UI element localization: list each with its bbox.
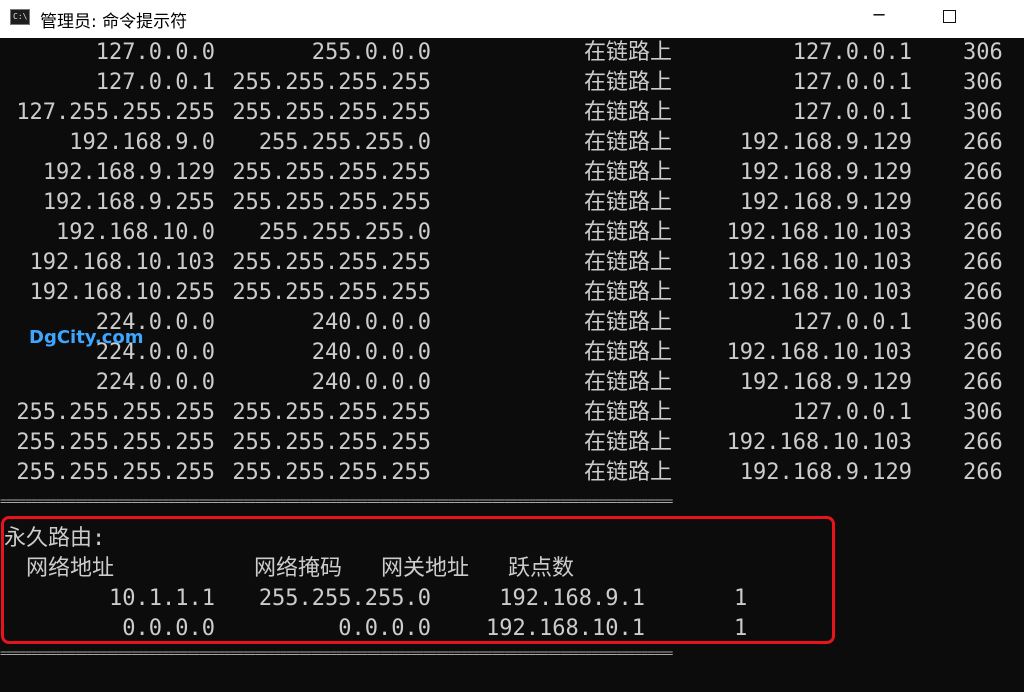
route-interface: 192.168.10.103 [726, 280, 912, 305]
maximize-button[interactable] [914, 0, 984, 34]
route-metric: 266 [963, 130, 1003, 155]
route-netmask: 240.0.0.0 [311, 340, 431, 365]
route-netmask: 255.0.0.0 [311, 40, 431, 65]
route-gateway: 在链路上 [584, 400, 673, 425]
route-netmask: 240.0.0.0 [311, 370, 431, 395]
cmd-app-icon: C:\ [10, 9, 30, 25]
route-gateway: 在链路上 [584, 130, 673, 155]
route-metric: 266 [963, 280, 1003, 305]
route-dest: 255.255.255.255 [16, 460, 215, 485]
route-netmask: 255.255.255.0 [258, 220, 431, 245]
route-metric: 266 [963, 160, 1003, 185]
route-metric: 306 [963, 100, 1003, 125]
title-bar[interactable]: C:\ 管理员: 命令提示符 ─ [0, 0, 1024, 38]
route-netmask: 255.255.255.255 [232, 430, 431, 455]
route-netmask: 255.255.255.255 [232, 400, 431, 425]
route-netmask: 255.255.255.255 [232, 160, 431, 185]
route-metric: 266 [963, 430, 1003, 455]
route-gateway: 在链路上 [584, 220, 673, 245]
route-row: 224.0.0.0 240.0.0.0 在链路上 127.0.0.1 306 [0, 308, 1003, 338]
route-interface: 127.0.0.1 [792, 100, 912, 125]
route-interface: 192.168.9.129 [739, 130, 912, 155]
route-metric: 306 [963, 400, 1003, 425]
route-metric: 266 [963, 190, 1003, 215]
route-netmask: 255.255.255.255 [232, 190, 431, 215]
route-gateway: 在链路上 [584, 280, 673, 305]
route-interface: 192.168.10.103 [726, 340, 912, 365]
route-gateway: 在链路上 [584, 430, 673, 455]
route-interface: 192.168.10.103 [726, 430, 912, 455]
watermark: DgCity.com [29, 327, 144, 348]
route-metric: 266 [963, 220, 1003, 245]
route-metric: 266 [963, 370, 1003, 395]
highlight-box [1, 516, 835, 644]
route-gateway: 在链路上 [584, 250, 673, 275]
route-row: 192.168.9.255 255.255.255.255 在链路上 192.168.… [0, 188, 1003, 218]
route-gateway: 在链路上 [584, 190, 673, 215]
route-row: 255.255.255.255 255.255.255.255 在链路上 192.16… [0, 428, 1003, 458]
route-row: 224.0.0.0 240.0.0.0 在链路上 192.168.9.129 266 [0, 368, 1003, 398]
route-netmask: 240.0.0.0 [311, 310, 431, 335]
route-gateway: 在链路上 [584, 340, 673, 365]
route-interface: 127.0.0.1 [792, 400, 912, 425]
route-metric: 306 [963, 40, 1003, 65]
separator-line: ========================================… [0, 648, 673, 658]
route-interface: 192.168.9.129 [739, 460, 912, 485]
route-row: 255.255.255.255 255.255.255.255 在链路上 192.16… [0, 458, 1003, 488]
route-metric: 306 [963, 70, 1003, 95]
route-gateway: 在链路上 [584, 160, 673, 185]
minimize-button[interactable]: ─ [844, 0, 914, 34]
route-interface: 192.168.9.129 [739, 160, 912, 185]
route-interface: 192.168.9.129 [739, 370, 912, 395]
route-metric: 306 [963, 310, 1003, 335]
route-gateway: 在链路上 [584, 100, 673, 125]
route-gateway: 在链路上 [584, 370, 673, 395]
route-dest: 127.255.255.255 [16, 100, 215, 125]
route-row: 192.168.9.0 255.255.255.0 在链路上 192.168.9.12… [0, 128, 1003, 158]
route-interface: 127.0.0.1 [792, 70, 912, 95]
route-netmask: 255.255.255.255 [232, 100, 431, 125]
route-metric: 266 [963, 340, 1003, 365]
route-dest: 127.0.0.1 [95, 70, 215, 95]
route-interface: 127.0.0.1 [792, 310, 912, 335]
route-dest: 127.0.0.0 [95, 40, 215, 65]
route-gateway: 在链路上 [584, 70, 673, 95]
route-row: 127.0.0.0 255.0.0.0 在链路上 127.0.0.1 306 [0, 38, 1003, 68]
route-gateway: 在链路上 [584, 40, 673, 65]
maximize-icon [942, 9, 956, 23]
route-netmask: 255.255.255.255 [232, 280, 431, 305]
route-netmask: 255.255.255.255 [232, 250, 431, 275]
route-dest: 192.168.9.129 [42, 160, 215, 185]
route-row: 192.168.9.129 255.255.255.255 在链路上 192.168.… [0, 158, 1003, 188]
route-row: 192.168.10.255 255.255.255.255 在链路上 192.168… [0, 278, 1003, 308]
route-netmask: 255.255.255.0 [258, 130, 431, 155]
route-dest: 192.168.9.255 [42, 190, 215, 215]
route-netmask: 255.255.255.255 [232, 70, 431, 95]
route-dest: 255.255.255.255 [16, 400, 215, 425]
route-row: 192.168.10.0 255.255.255.0 在链路上 192.168.10.… [0, 218, 1003, 248]
route-interface: 192.168.10.103 [726, 250, 912, 275]
route-dest: 255.255.255.255 [16, 430, 215, 455]
route-row: 192.168.10.103 255.255.255.255 在链路上 192.168… [0, 248, 1003, 278]
route-gateway: 在链路上 [584, 460, 673, 485]
route-dest: 224.0.0.0 [95, 370, 215, 395]
route-interface: 127.0.0.1 [792, 40, 912, 65]
route-dest: 192.168.10.255 [29, 280, 215, 305]
route-dest: 192.168.10.103 [29, 250, 215, 275]
route-row: 127.0.0.1 255.255.255.255 在链路上 127.0.0.1 306 [0, 68, 1003, 98]
route-row: 127.255.255.255 255.255.255.255 在链路上 127.0.… [0, 98, 1003, 128]
route-dest: 192.168.9.0 [69, 130, 215, 155]
separator-line: ========================================… [0, 496, 673, 506]
route-metric: 266 [963, 250, 1003, 275]
route-netmask: 255.255.255.255 [232, 460, 431, 485]
console-output[interactable]: 127.0.0.0 255.0.0.0 在链路上 127.0.0.1 306 127.0.… [0, 38, 1024, 692]
window-title: 管理员: 命令提示符 [40, 12, 188, 32]
route-interface: 192.168.10.103 [726, 220, 912, 245]
route-dest: 192.168.10.0 [56, 220, 215, 245]
route-gateway: 在链路上 [584, 310, 673, 335]
route-row: 224.0.0.0 240.0.0.0 在链路上 192.168.10.103 266 [0, 338, 1003, 368]
route-interface: 192.168.9.129 [739, 190, 912, 215]
route-metric: 266 [963, 460, 1003, 485]
route-row: 255.255.255.255 255.255.255.255 在链路上 127.0.… [0, 398, 1003, 428]
